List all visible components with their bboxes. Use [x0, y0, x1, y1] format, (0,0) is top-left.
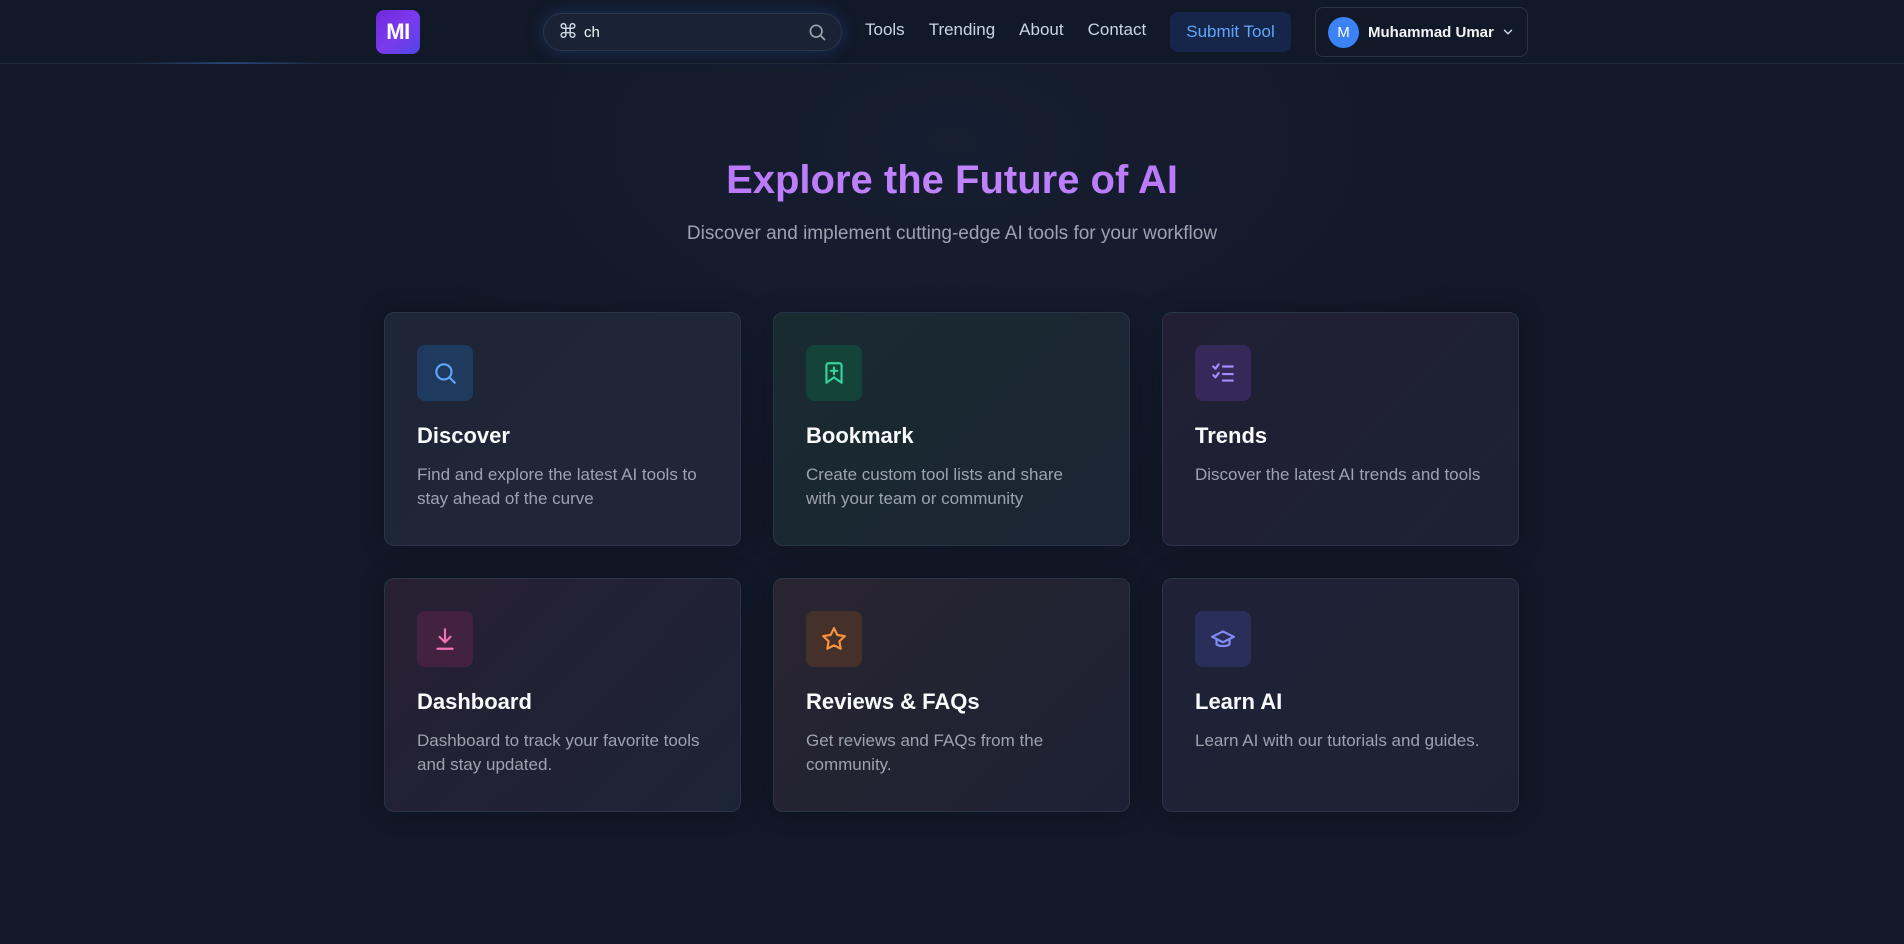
feature-grid: Discover Find and explore the latest AI …: [384, 312, 1519, 812]
icon-box: [417, 611, 473, 667]
hero-subtitle: Discover and implement cutting-edge AI t…: [686, 223, 1218, 244]
nav-link-tools[interactable]: Tools: [865, 20, 905, 40]
feature-card-learn-ai[interactable]: Learn AI Learn AI with our tutorials and…: [1162, 578, 1519, 812]
user-name: Muhammad Umar: [1368, 23, 1494, 41]
card-description: Find and explore the latest AI tools to …: [417, 465, 697, 508]
command-key-icon: ⌘: [558, 21, 578, 43]
hero-title: Explore the Future of AI: [0, 158, 1904, 203]
search-icon[interactable]: [807, 22, 827, 42]
download-icon: [436, 628, 454, 650]
bookmark-plus-icon: [825, 362, 843, 384]
card-description: Discover the latest AI trends and tools: [1195, 465, 1481, 484]
card-title: Dashboard: [417, 689, 532, 714]
graduation-cap-icon: [1211, 630, 1235, 648]
card-title: Discover: [417, 423, 510, 448]
nav-link-trending[interactable]: Trending: [929, 20, 995, 40]
search-icon: [435, 363, 456, 384]
icon-box: [1195, 611, 1251, 667]
main-nav: Tools Trending About Contact: [865, 20, 1170, 40]
feature-card-bookmark[interactable]: Bookmark Create custom tool lists and sh…: [773, 312, 1130, 546]
search-bar[interactable]: ⌘: [543, 13, 842, 51]
card-title: Learn AI: [1195, 689, 1283, 714]
card-title: Bookmark: [806, 423, 914, 448]
nav-link-contact[interactable]: Contact: [1088, 20, 1147, 40]
card-title: Trends: [1195, 423, 1268, 448]
icon-box: [1195, 345, 1251, 401]
star-icon: [822, 627, 846, 650]
card-description: Learn AI with our tutorials and guides.: [1195, 731, 1480, 750]
card-description: Create custom tool lists and share with …: [806, 465, 1064, 508]
list-checks-icon: [1212, 363, 1234, 382]
feature-card-dashboard[interactable]: Dashboard Dashboard to track your favori…: [384, 578, 741, 812]
nav-link-about[interactable]: About: [1019, 20, 1063, 40]
user-menu[interactable]: M Muhammad Umar: [1315, 7, 1528, 57]
card-title: Reviews & FAQs: [806, 689, 980, 714]
avatar: M: [1328, 16, 1359, 48]
icon-box: [417, 345, 473, 401]
card-description: Get reviews and FAQs from the community.: [806, 731, 1044, 774]
site-logo[interactable]: MI: [376, 10, 420, 54]
card-description: Dashboard to track your favorite tools a…: [417, 731, 700, 774]
feature-card-reviews-faqs[interactable]: Reviews & FAQs Get reviews and FAQs from…: [773, 578, 1130, 812]
submit-tool-button[interactable]: Submit Tool: [1170, 12, 1291, 52]
icon-box: [806, 345, 862, 401]
feature-card-discover[interactable]: Discover Find and explore the latest AI …: [384, 312, 741, 546]
top-navbar: MI ⌘ Tools Trending About Contact Submit…: [0, 0, 1904, 64]
chevron-down-icon: [1503, 29, 1513, 35]
search-input[interactable]: [584, 23, 807, 41]
feature-card-trends[interactable]: Trends Discover the latest AI trends and…: [1162, 312, 1519, 546]
icon-box: [806, 611, 862, 667]
